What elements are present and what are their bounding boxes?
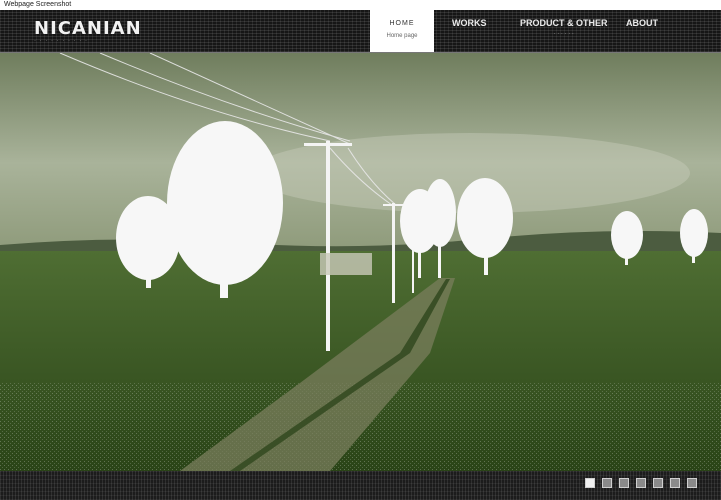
slide-dot[interactable] <box>602 478 612 488</box>
nav-item-home-sublabel: Home page <box>386 33 418 39</box>
nav-item-home-label: HOME <box>389 20 415 27</box>
landscape-photo <box>0 53 721 471</box>
logo-tagline: · · · · · · · · · · <box>34 38 88 44</box>
nav-item-about-label: ABOUT <box>626 18 658 28</box>
nav-item-product-other-sublabel: · · · · · · <box>553 31 574 37</box>
window-title-bar: Webpage Screenshot <box>0 0 721 10</box>
slide-dot[interactable] <box>670 478 680 488</box>
nav-item-works[interactable]: WORKS <box>452 18 487 28</box>
nav-item-product-other-label: PRODUCT & OTHER <box>520 18 608 28</box>
nav-item-about[interactable]: ABOUT <box>626 18 658 28</box>
nav-item-home[interactable]: HOME Home page <box>370 10 434 52</box>
hero-slideshow-image[interactable] <box>0 53 721 471</box>
nav-item-works-label: WORKS <box>452 18 487 28</box>
window-title: Webpage Screenshot <box>4 1 72 8</box>
slide-dot[interactable] <box>619 478 629 488</box>
slide-dot[interactable] <box>636 478 646 488</box>
slide-dot[interactable] <box>585 478 595 488</box>
slide-dot[interactable] <box>653 478 663 488</box>
shed <box>320 253 372 275</box>
slide-pager <box>585 478 697 488</box>
site-header: NICANIAN · · · · · · · · · · HOME Home p… <box>0 10 721 53</box>
slide-dot[interactable] <box>687 478 697 488</box>
slideshow-footer <box>0 471 721 500</box>
site-logo[interactable]: NICANIAN <box>34 18 142 39</box>
nav-item-product-other[interactable]: PRODUCT & OTHER · · · · · · <box>520 18 608 37</box>
